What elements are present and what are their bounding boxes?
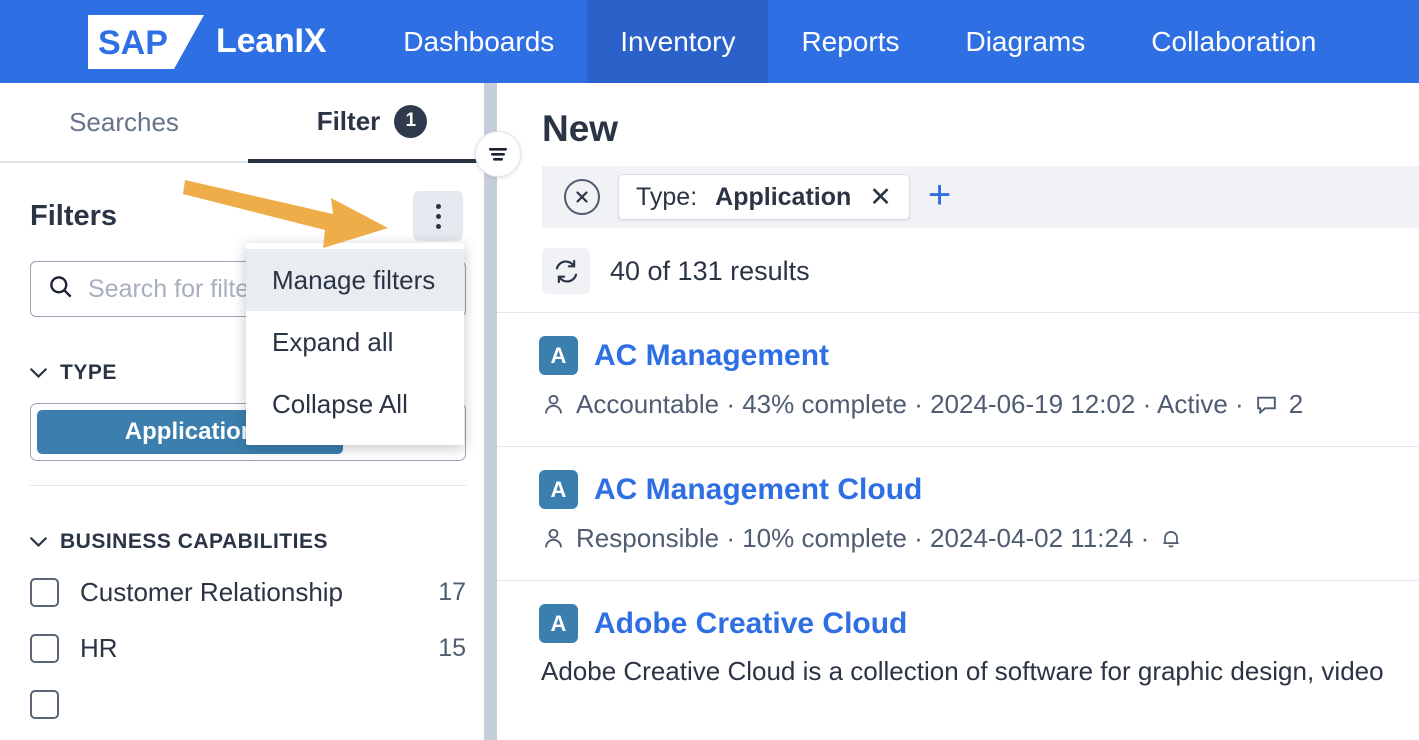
checkbox[interactable]	[30, 577, 59, 607]
remove-chip-icon[interactable]: ✕	[869, 183, 892, 211]
result-meta-text: Responsible · 10% complete · 2024-04-02 …	[576, 523, 1150, 553]
result-name-link[interactable]: Adobe Creative Cloud	[594, 607, 907, 641]
list-item[interactable]: HR 15	[0, 620, 496, 676]
result-description: Adobe Creative Cloud is a collection of …	[541, 656, 1384, 686]
brand-name: LeanIX	[216, 22, 327, 60]
svg-text:SAP: SAP	[98, 24, 168, 62]
section-label-type: TYPE	[60, 361, 117, 384]
section-header-business-capabilities[interactable]: BUSINESS CAPABILITIES	[30, 530, 466, 554]
filter-chip-type[interactable]: Type: Application ✕	[618, 174, 910, 220]
filter-toggle-button[interactable]	[475, 131, 521, 177]
page-title: New	[542, 108, 619, 149]
add-filter-button[interactable]: +	[928, 175, 951, 220]
tab-filter-label: Filter	[316, 105, 381, 136]
checkbox[interactable]	[30, 633, 59, 663]
list-item[interactable]: Customer Relationship 17	[0, 564, 496, 620]
comment-icon	[1256, 396, 1276, 415]
clear-all-filters-icon[interactable]	[564, 179, 600, 215]
nav-item-dashboards[interactable]: Dashboards	[370, 0, 587, 83]
sap-logo: SAP	[88, 14, 204, 69]
refresh-icon[interactable]	[542, 248, 590, 294]
sidebar-divider	[30, 485, 466, 486]
filter-chip-value: Application	[715, 182, 852, 211]
section-label-business-capabilities: BUSINESS CAPABILITIES	[60, 530, 328, 553]
application-type-icon: A	[539, 470, 578, 509]
user-icon	[545, 528, 562, 548]
result-meta: Responsible · 10% complete · 2024-04-02 …	[541, 523, 1419, 554]
menu-item-expand-all[interactable]: Expand all	[246, 311, 464, 373]
chevron-down-icon	[30, 368, 47, 378]
top-navigation-bar: SAP LeanIX Dashboards Inventory Reports …	[0, 0, 1419, 83]
brand-logo-area[interactable]: SAP LeanIX	[0, 0, 370, 83]
capability-list: Customer Relationship 17 HR 15	[0, 564, 496, 732]
main-results-panel: New Type: Application ✕ + 40 of 131 resu…	[497, 83, 1419, 740]
results-count-text: 40 of 131 results	[610, 255, 810, 286]
application-type-icon: A	[539, 336, 578, 375]
sidebar-resize-handle[interactable]	[484, 83, 497, 740]
result-header: A AC Management Cloud	[539, 470, 1419, 509]
result-name-link[interactable]: AC Management	[594, 339, 829, 373]
menu-item-manage-filters[interactable]: Manage filters	[246, 249, 464, 311]
search-icon	[47, 273, 74, 305]
chevron-down-icon	[30, 537, 47, 547]
menu-item-collapse-all[interactable]: Collapse All	[246, 373, 464, 435]
capability-count: 17	[438, 577, 466, 606]
filter-count-badge: 1	[394, 104, 428, 138]
kebab-dot	[435, 223, 441, 229]
capability-label: Customer Relationship	[80, 576, 344, 607]
result-meta-text: Accountable · 43% complete · 2024-06-19 …	[576, 389, 1244, 419]
kebab-dot	[435, 203, 441, 209]
nav-item-collaboration[interactable]: Collaboration	[1118, 0, 1349, 83]
list-item[interactable]	[0, 676, 496, 732]
sidebar-tabs: Searches Filter 1	[0, 83, 496, 163]
bell-icon	[1163, 531, 1179, 548]
filters-header: Filters	[0, 163, 496, 241]
result-name-link[interactable]: AC Management Cloud	[594, 473, 922, 507]
filter-chip-prefix: Type:	[636, 182, 698, 211]
active-filters-bar: Type: Application ✕ +	[542, 166, 1419, 228]
nav-items: Dashboards Inventory Reports Diagrams Co…	[370, 0, 1349, 83]
table-row[interactable]: A Adobe Creative Cloud Adobe Creative Cl…	[497, 581, 1419, 687]
user-icon	[545, 394, 562, 414]
table-row[interactable]: A AC Management Cloud Responsible · 10% …	[497, 447, 1419, 554]
tab-searches[interactable]: Searches	[0, 83, 248, 163]
nav-item-inventory[interactable]: Inventory	[587, 0, 769, 83]
filter-lines-icon	[489, 148, 507, 161]
comment-count: 2	[1288, 389, 1304, 419]
result-header: A AC Management	[539, 336, 1419, 375]
tab-filter[interactable]: Filter 1	[248, 83, 496, 163]
nav-item-diagrams[interactable]: Diagrams	[932, 0, 1118, 83]
filters-title: Filters	[30, 199, 118, 232]
tab-searches-label: Searches	[69, 106, 179, 137]
capability-label: HR	[80, 632, 118, 663]
filters-kebab-dropdown: Manage filters Expand all Collapse All	[246, 243, 464, 445]
application-type-icon: A	[539, 604, 578, 643]
result-header: A Adobe Creative Cloud	[539, 604, 1419, 643]
table-row[interactable]: A AC Management Accountable · 43% comple…	[497, 313, 1419, 420]
capability-count: 15	[438, 633, 466, 662]
nav-item-reports[interactable]: Reports	[768, 0, 932, 83]
checkbox[interactable]	[30, 689, 59, 719]
kebab-dot	[435, 213, 441, 219]
results-summary-bar: 40 of 131 results	[542, 246, 1419, 296]
result-meta: Accountable · 43% complete · 2024-06-19 …	[541, 389, 1419, 420]
kebab-menu-icon[interactable]	[413, 191, 463, 241]
